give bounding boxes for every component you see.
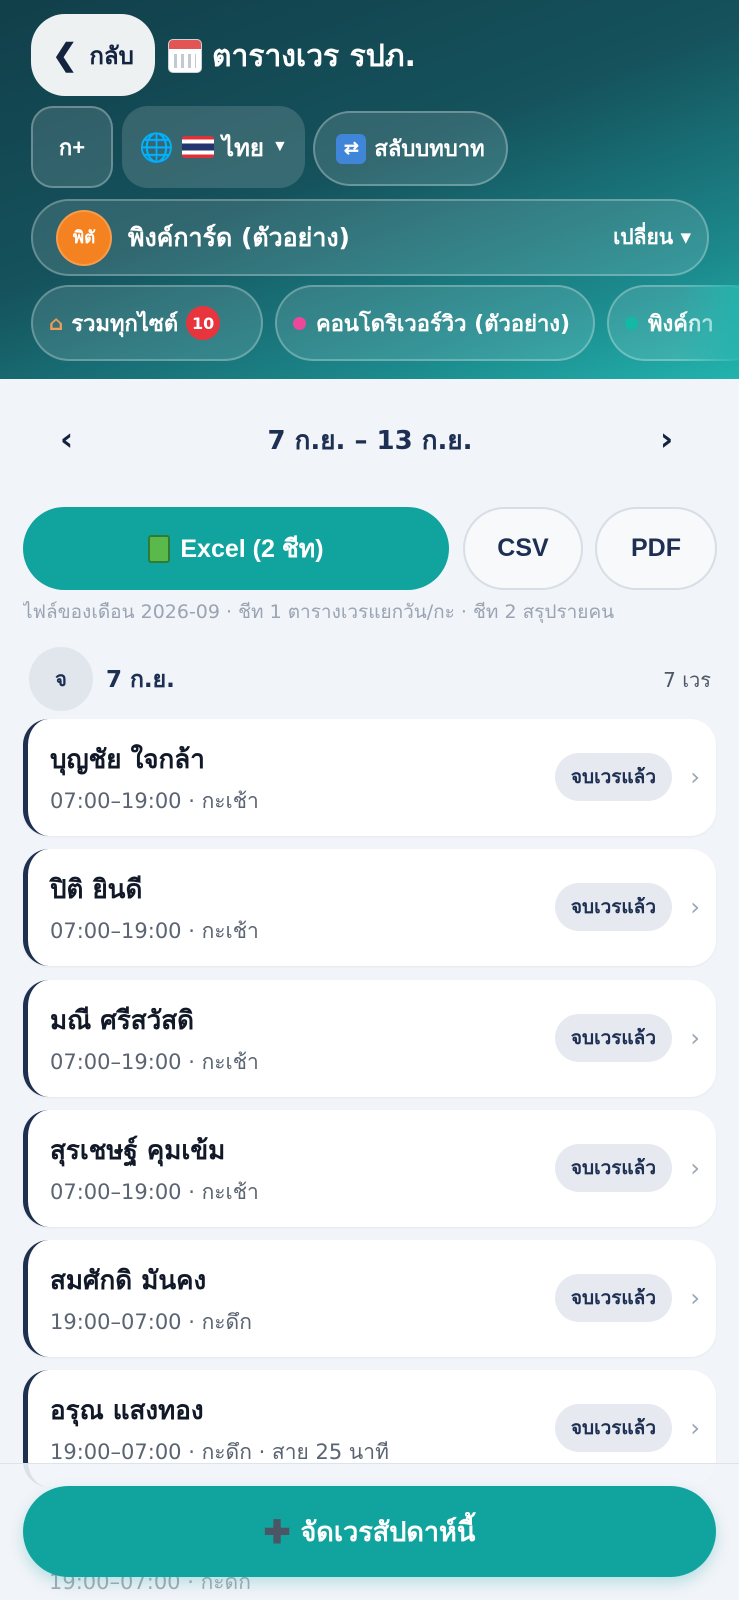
site-filter-strip: ⌂ รวมทุกไซต์ 10 คอนโดริเวอร์วิว (ตัวอย่า… [31, 285, 739, 361]
back-label: กลับ [89, 42, 134, 70]
excel-label: Excel (2 ชีท) [180, 534, 324, 563]
teal-dot-icon [625, 316, 638, 330]
globe-icon: 🌐 [139, 131, 175, 163]
shift-card[interactable]: สุรเชษฐ์ คุมเข้ม 07:00–19:00 · กะเช้า จบ… [23, 1110, 716, 1227]
header: ❮ กลับ ตารางเวร รปภ. ก+ 🌐 ไทย ▼ ⇄ สลับบท… [0, 0, 739, 379]
export-excel-button[interactable]: Excel (2 ชีท) [23, 507, 449, 590]
font-size-label: ก+ [58, 134, 86, 160]
shift-card[interactable]: สมศักดิ มันคง 19:00–07:00 · กะดึก จบเวรแ… [23, 1240, 716, 1357]
pdf-label: PDF [631, 534, 681, 562]
green-book-icon [148, 534, 171, 563]
status-badge: จบเวรแล้ว [554, 1014, 672, 1062]
pink-dot-icon [293, 316, 306, 330]
guard-name: สุรเชษฐ์ คุมเข้ม [50, 1136, 226, 1166]
switch-role-label: สลับบทบาท [374, 136, 485, 161]
chevron-right-icon: › [690, 1414, 700, 1442]
previous-week-button[interactable]: ‹ [60, 420, 73, 458]
thai-flag-icon [182, 136, 215, 158]
status-badge: จบเวรแล้ว [554, 753, 672, 801]
shift-time: 07:00–19:00 · กะเช้า [50, 789, 259, 813]
caret-down-icon: ▼ [271, 138, 288, 155]
shift-time: 07:00–19:00 · กะเช้า [50, 919, 259, 943]
status-badge: จบเวรแล้ว [554, 1144, 672, 1192]
chevron-right-icon: › [690, 1024, 700, 1052]
site-chip-condo[interactable]: คอนโดริเวอร์วิว (ตัวอย่าง) [275, 285, 595, 361]
back-button[interactable]: ❮ กลับ [31, 14, 155, 96]
switch-role-button[interactable]: ⇄ สลับบทบาท [313, 111, 508, 186]
day-date: 7 ก.ย. [106, 667, 175, 693]
export-csv-button[interactable]: CSV [463, 507, 583, 590]
shift-card[interactable]: บุญชัย ใจกล้า 07:00–19:00 · กะเช้า จบเวร… [23, 719, 716, 836]
page-title: ตารางเวร รปภ. [168, 30, 416, 82]
status-badge: จบเวรแล้ว [554, 1404, 672, 1452]
chevron-left-icon: ❮ [52, 38, 78, 72]
chevron-right-icon: › [690, 763, 700, 791]
calendar-icon [168, 39, 202, 73]
company-selector[interactable]: พิตั พิงค์การ์ด (ตัวอย่าง) เปลี่ยน ▾ [31, 199, 709, 276]
count-badge: 10 [186, 306, 221, 340]
status-badge: จบเวรแล้ว [554, 883, 672, 931]
shift-time: 19:00–07:00 · กะดึก [50, 1310, 252, 1334]
page-title-text: ตารางเวร รปภ. [212, 38, 416, 74]
shift-time: 07:00–19:00 · กะเช้า [50, 1180, 259, 1204]
guard-name: มณี ศรีสวัสดิ [50, 1006, 195, 1036]
company-avatar: พิตั [56, 209, 112, 266]
guard-name: บุญชัย ใจกล้า [50, 745, 205, 775]
language-label: ไทย [222, 134, 264, 162]
shift-time: 07:00–19:00 · กะเช้า [50, 1050, 259, 1074]
font-size-button[interactable]: ก+ [31, 106, 113, 188]
scroll-fade [679, 285, 739, 361]
export-note: ไฟล์ของเดือน 2026-09 · ชีท 1 ตารางเวรแยก… [23, 601, 615, 623]
guard-name: ปิติ ยินดี [50, 875, 143, 905]
chevron-right-icon: › [690, 893, 700, 921]
assign-week-button[interactable]: ✚ จัดเวรสัปดาห์นี้ [23, 1486, 716, 1577]
guard-name: อรุณ แสงทอง [50, 1396, 204, 1426]
assign-label: จัดเวรสัปดาห์นี้ [300, 1517, 476, 1547]
change-company-button[interactable]: เปลี่ยน ▾ [613, 221, 691, 254]
week-range: 7 ก.ย. – 13 ก.ย. [267, 426, 473, 456]
plus-icon: ✚ [263, 1513, 291, 1550]
chevron-right-icon: › [690, 1154, 700, 1182]
site-chip-label: รวมทุกไซต์ [71, 311, 179, 337]
status-badge: จบเวรแล้ว [554, 1274, 672, 1322]
next-week-button[interactable]: › [660, 420, 673, 458]
site-chip-label: คอนโดริเวอร์วิว (ตัวอย่าง) [316, 311, 571, 337]
guard-name: สมศักดิ มันคง [50, 1266, 207, 1296]
shift-card[interactable]: มณี ศรีสวัสดิ 07:00–19:00 · กะเช้า จบเวร… [23, 980, 716, 1097]
language-selector[interactable]: 🌐 ไทย ▼ [122, 106, 305, 188]
site-chip-all[interactable]: ⌂ รวมทุกไซต์ 10 [31, 285, 263, 361]
house-icon: ⌂ [49, 311, 64, 335]
weekday-badge: จ [29, 647, 93, 711]
company-name: พิงค์การ์ด (ตัวอย่าง) [128, 222, 350, 252]
shift-card[interactable]: ปิติ ยินดี 07:00–19:00 · กะเช้า จบเวรแล้… [23, 849, 716, 966]
switch-icon: ⇄ [336, 133, 367, 164]
chevron-right-icon: › [690, 1284, 700, 1312]
shift-count: 7 เวร [663, 668, 711, 692]
export-pdf-button[interactable]: PDF [595, 507, 717, 590]
csv-label: CSV [497, 534, 549, 562]
